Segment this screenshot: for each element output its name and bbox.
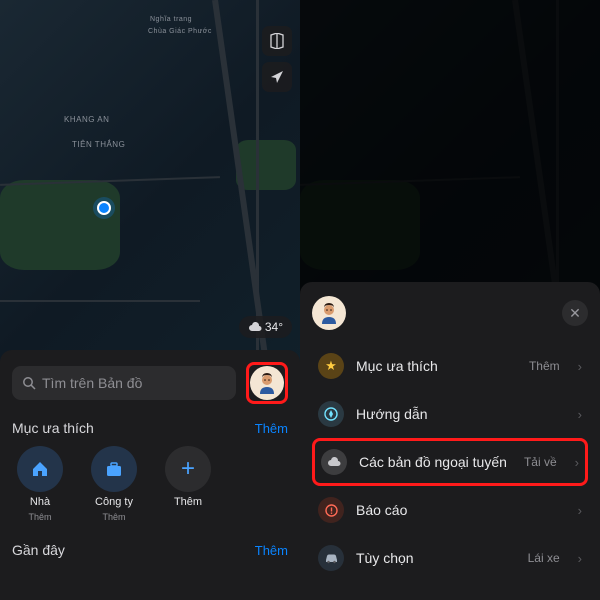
menu-action: Thêm bbox=[529, 359, 560, 373]
star-icon: ★ bbox=[318, 353, 344, 379]
profile-menu-sheet: ✕ ★ Mục ưa thích Thêm › Hướng dẫn › Các … bbox=[300, 282, 600, 600]
favorites-title: Mục ưa thích bbox=[12, 420, 94, 436]
menu-item-report[interactable]: Báo cáo › bbox=[312, 486, 588, 534]
weather-badge[interactable]: 34° bbox=[239, 316, 292, 338]
search-input[interactable]: Tìm trên Bản đồ bbox=[12, 366, 236, 400]
cloud-icon bbox=[248, 322, 262, 332]
chevron-right-icon: › bbox=[578, 551, 582, 566]
car-icon bbox=[318, 545, 344, 571]
close-button[interactable]: ✕ bbox=[562, 300, 588, 326]
plus-icon: + bbox=[181, 455, 195, 483]
menu-label: Báo cáo bbox=[356, 502, 560, 518]
chevron-right-icon: › bbox=[575, 455, 579, 470]
briefcase-icon bbox=[104, 459, 124, 479]
menu-item-preferences[interactable]: Tùy chọn Lái xe › bbox=[312, 534, 588, 582]
chevron-right-icon: › bbox=[578, 407, 582, 422]
weather-temp: 34° bbox=[265, 320, 283, 334]
favorite-add[interactable]: + Thêm bbox=[160, 446, 216, 522]
chevron-right-icon: › bbox=[578, 503, 582, 518]
favorite-work[interactable]: Công ty Thêm bbox=[86, 446, 142, 522]
menu-item-offline-maps-highlight[interactable]: Các bản đồ ngoại tuyến Tải về › bbox=[312, 438, 588, 486]
menu-item-guides[interactable]: Hướng dẫn › bbox=[312, 390, 588, 438]
map-poi-label: Chùa Giác Phước bbox=[148, 28, 212, 35]
menu-label: Mục ưa thích bbox=[356, 358, 517, 374]
close-icon: ✕ bbox=[569, 305, 581, 322]
report-icon bbox=[318, 497, 344, 523]
compass-icon bbox=[318, 401, 344, 427]
map-area-label: TIÊN THẮNG bbox=[72, 140, 125, 149]
favorite-sublabel: Thêm bbox=[28, 512, 51, 522]
menu-item-favorites[interactable]: ★ Mục ưa thích Thêm › bbox=[312, 342, 588, 390]
user-location-dot bbox=[97, 201, 111, 215]
favorite-label: Công ty bbox=[95, 496, 133, 508]
recent-title: Gần đây bbox=[12, 542, 65, 558]
favorite-sublabel: Thêm bbox=[102, 512, 125, 522]
menu-label: Các bản đồ ngoại tuyến bbox=[359, 454, 512, 470]
favorite-label: Nhà bbox=[30, 496, 50, 508]
favorites-row: Nhà Thêm Công ty Thêm + Thêm bbox=[12, 446, 288, 522]
favorite-home[interactable]: Nhà Thêm bbox=[12, 446, 68, 522]
menu-label: Tùy chọn bbox=[356, 550, 516, 566]
map-mode-button[interactable] bbox=[262, 26, 292, 56]
locate-button[interactable] bbox=[262, 62, 292, 92]
search-placeholder: Tìm trên Bản đồ bbox=[42, 375, 142, 391]
home-icon bbox=[30, 459, 50, 479]
profile-button-highlight bbox=[246, 362, 288, 404]
search-icon bbox=[22, 376, 36, 390]
cloud-download-icon bbox=[321, 449, 347, 475]
menu-label: Hướng dẫn bbox=[356, 406, 560, 422]
recent-more-link[interactable]: Thêm bbox=[255, 543, 288, 558]
search-sheet: Tìm trên Bản đồ Mục ưa thích Thêm Nhà Th… bbox=[0, 350, 300, 600]
screenshot-right: ✕ ★ Mục ưa thích Thêm › Hướng dẫn › Các … bbox=[300, 0, 600, 600]
map-controls bbox=[262, 26, 292, 92]
favorites-more-link[interactable]: Thêm bbox=[255, 421, 288, 436]
screenshot-left: Nghĩa trang Chùa Giác Phước KHANG AN TIÊ… bbox=[0, 0, 300, 600]
menu-action: Tải về bbox=[524, 455, 557, 469]
chevron-right-icon: › bbox=[578, 359, 582, 374]
profile-avatar[interactable] bbox=[312, 296, 346, 330]
map-poi-label: Nghĩa trang bbox=[150, 16, 192, 23]
profile-avatar-button[interactable] bbox=[250, 366, 284, 400]
map-area-label: KHANG AN bbox=[64, 115, 109, 124]
favorite-label: Thêm bbox=[174, 496, 202, 508]
menu-action: Lái xe bbox=[528, 551, 560, 565]
